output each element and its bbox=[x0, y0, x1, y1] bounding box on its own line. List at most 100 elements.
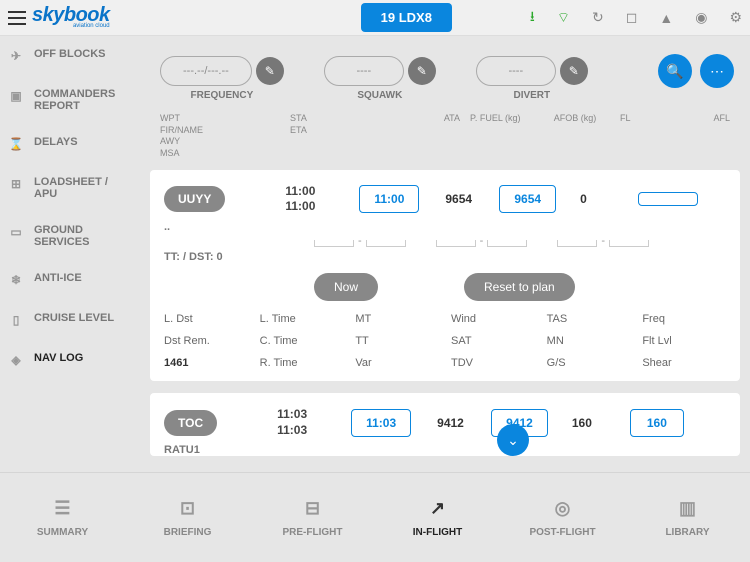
grid-cell: 1461 bbox=[164, 357, 248, 369]
list-icon: ☰ bbox=[54, 497, 70, 519]
waypoint-id[interactable]: UUYY bbox=[164, 186, 225, 212]
grid-cell: MN bbox=[547, 335, 631, 347]
bell-icon[interactable]: ▲ bbox=[659, 10, 673, 26]
library-icon: ▥ bbox=[679, 497, 696, 519]
under-field[interactable] bbox=[314, 240, 354, 247]
sidebar-label: OFF BLOCKS bbox=[34, 48, 106, 60]
pfuel-value: 9654 bbox=[437, 192, 487, 206]
pfuel-value: 9412 bbox=[429, 416, 479, 430]
sta-eta: 11:0311:03 bbox=[277, 407, 337, 438]
tab-label: BRIEFING bbox=[164, 527, 212, 538]
sidebar-label: GROUND SERVICES bbox=[34, 224, 132, 248]
grid-cell: G/S bbox=[547, 357, 631, 369]
frequency-label: FREQUENCY bbox=[191, 90, 254, 101]
under-field[interactable] bbox=[487, 240, 527, 247]
grid-cell: MT bbox=[355, 313, 439, 325]
squawk-label: SQUAWK bbox=[357, 90, 402, 101]
ata-input[interactable]: 11:00 bbox=[359, 185, 419, 213]
ata-input[interactable]: 11:03 bbox=[351, 409, 411, 437]
topbar: skybook aviation cloud 19 LDX8 ⭳ ⌔ ↻ ◻ ▲… bbox=[0, 0, 750, 36]
inflight-icon: ↗ bbox=[430, 497, 445, 519]
sidebar-label: CRUISE LEVEL bbox=[34, 312, 114, 324]
plane-icon: ✈ bbox=[8, 48, 24, 64]
snowflake-icon: ❄ bbox=[8, 272, 24, 288]
more-button[interactable]: ⋯ bbox=[700, 54, 734, 88]
edit-squawk-icon[interactable]: ✎ bbox=[408, 57, 436, 85]
camera-icon[interactable]: ◉ bbox=[695, 9, 707, 26]
menu-icon[interactable] bbox=[8, 11, 26, 25]
now-button[interactable]: Now bbox=[314, 273, 378, 301]
tab-in-flight[interactable]: ↗ IN-FLIGHT bbox=[375, 473, 500, 562]
under-field[interactable] bbox=[609, 240, 649, 247]
col-afob: AFOB (kg) bbox=[540, 113, 610, 160]
main-content: ---.--/---.-- ✎ FREQUENCY ---- ✎ SQUAWK … bbox=[140, 36, 750, 472]
sidebar-off-blocks[interactable]: ✈ OFF BLOCKS bbox=[0, 36, 140, 76]
grid-cell: Wind bbox=[451, 313, 535, 325]
tab-briefing[interactable]: ⊡ BRIEFING bbox=[125, 473, 250, 562]
download-icon[interactable]: ⭳ bbox=[530, 6, 535, 30]
preflight-icon: ⊟ bbox=[305, 497, 320, 519]
afob-input[interactable]: 9654 bbox=[499, 185, 556, 213]
refresh-icon[interactable]: ↻ bbox=[592, 9, 604, 26]
edit-divert-icon[interactable]: ✎ bbox=[560, 57, 588, 85]
col-pfuel: P. FUEL (kg) bbox=[460, 113, 540, 160]
under-field[interactable] bbox=[366, 240, 406, 247]
grid-cell: Shear bbox=[642, 357, 726, 369]
fl-value: 160 bbox=[564, 416, 614, 430]
sidebar-ground-services[interactable]: ▭ GROUND SERVICES bbox=[0, 212, 140, 260]
squawk-pill[interactable]: ---- bbox=[324, 56, 404, 86]
waypoint-id[interactable]: TOC bbox=[164, 410, 217, 436]
sidebar-commanders-report[interactable]: ▣COMMANDERS REPORT bbox=[0, 76, 140, 124]
col-afl: AFL bbox=[670, 113, 730, 160]
reset-to-plan-button[interactable]: Reset to plan bbox=[464, 273, 575, 301]
divert-pill[interactable]: ---- bbox=[476, 56, 556, 86]
grid-cell: TDV bbox=[451, 357, 535, 369]
grid-cell: TAS bbox=[547, 313, 631, 325]
col-sta: STA ETA bbox=[290, 113, 390, 160]
expand-chevron-icon[interactable]: ⌄ bbox=[497, 424, 529, 456]
frequency-group: ---.--/---.-- ✎ FREQUENCY bbox=[160, 56, 284, 101]
waypoint-sub: .. bbox=[164, 221, 726, 233]
bottom-tabs: ☰SUMMARY ⊡ BRIEFING ⊟ PRE-FLIGHT ↗ IN-FLIGH… bbox=[0, 472, 750, 562]
search-button[interactable]: 🔍 bbox=[658, 54, 692, 88]
grid-cell: Dst Rem. bbox=[164, 335, 248, 347]
tab-label: IN-FLIGHT bbox=[413, 527, 462, 538]
squawk-group: ---- ✎ SQUAWK bbox=[324, 56, 436, 101]
ruler-icon: ▯ bbox=[8, 312, 24, 328]
grid-cell: SAT bbox=[451, 335, 535, 347]
sidebar-nav-log[interactable]: ◈NAV LOG bbox=[0, 340, 140, 380]
settings-icon[interactable]: ⚙ bbox=[729, 9, 742, 26]
tab-library[interactable]: ▥ LIBRARY bbox=[625, 473, 750, 562]
sidebar-anti-ice[interactable]: ❄ANTI-ICE bbox=[0, 260, 140, 300]
chat-icon: ⊡ bbox=[180, 497, 195, 519]
under-field[interactable] bbox=[557, 240, 597, 247]
col-fl: FL bbox=[610, 113, 670, 160]
tab-label: PRE-FLIGHT bbox=[283, 527, 343, 538]
flight-id-button[interactable]: 19 LDX8 bbox=[361, 3, 452, 32]
tab-pre-flight[interactable]: ⊟ PRE-FLIGHT bbox=[250, 473, 375, 562]
sidebar-cruise-level[interactable]: ▯ CRUISE LEVEL bbox=[0, 300, 140, 340]
edit-frequency-icon[interactable]: ✎ bbox=[256, 57, 284, 85]
waypoint-detail-grid: L. Dst L. Time MT Wind TAS Freq Dst Rem.… bbox=[164, 313, 726, 369]
frequency-pill[interactable]: ---.--/---.-- bbox=[160, 56, 252, 86]
waypoint-card: TOC 11:0311:03 11:03 9412 9412 160 160 R… bbox=[150, 393, 740, 456]
afl-input[interactable] bbox=[638, 192, 698, 206]
truck-icon: ▭ bbox=[8, 224, 24, 240]
grid-cell: L. Time bbox=[260, 313, 344, 325]
sidebar-loadsheet[interactable]: ⊞ LOADSHEET / APU bbox=[0, 164, 140, 212]
grid-cell: L. Dst bbox=[164, 313, 248, 325]
sidebar-label: LOADSHEET / APU bbox=[34, 176, 132, 200]
bookmark-icon[interactable]: ◻ bbox=[626, 9, 638, 26]
tab-label: LIBRARY bbox=[665, 527, 709, 538]
afl-input[interactable]: 160 bbox=[630, 409, 684, 437]
sidebar-label: COMMANDERS REPORT bbox=[34, 88, 132, 112]
top-icons: ⭳ ⌔ ↻ ◻ ▲ ◉ ⚙ bbox=[530, 6, 742, 30]
tab-summary[interactable]: ☰SUMMARY bbox=[0, 473, 125, 562]
sidebar-label: DELAYS bbox=[34, 136, 78, 148]
tt-dst: TT: / DST: 0 bbox=[164, 251, 726, 263]
under-field[interactable] bbox=[436, 240, 476, 247]
tab-post-flight[interactable]: ◎POST-FLIGHT bbox=[500, 473, 625, 562]
wifi-icon[interactable]: ⌔ bbox=[557, 9, 570, 27]
sidebar-delays[interactable]: ⌛DELAYS bbox=[0, 124, 140, 164]
cart-icon: ⊞ bbox=[8, 176, 24, 192]
